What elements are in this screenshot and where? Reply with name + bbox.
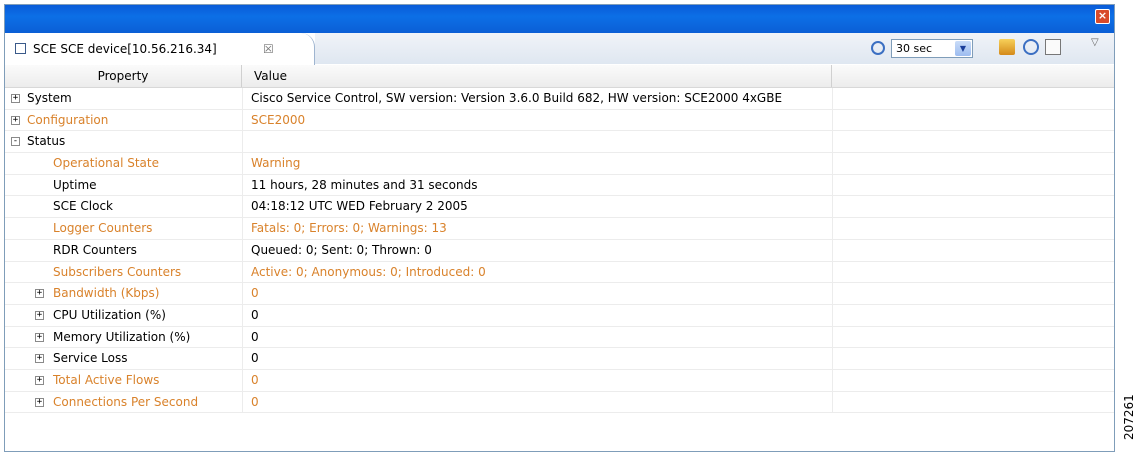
table-row[interactable]: + Memory Utilization (%) 0: [5, 326, 1114, 349]
value-cell: 0: [251, 286, 259, 301]
expand-icon[interactable]: +: [35, 397, 44, 407]
expand-icon[interactable]: +: [35, 289, 44, 299]
auto-refresh-icon[interactable]: [871, 41, 885, 55]
value-cell: Fatals: 0; Errors: 0; Warnings: 13: [251, 221, 447, 236]
expand-icon[interactable]: +: [35, 310, 44, 320]
property-label: CPU Utilization (%): [53, 307, 166, 322]
table-row[interactable]: - Status: [5, 131, 1114, 154]
view-menu-icon[interactable]: ▽: [1091, 37, 1099, 48]
expand-icon[interactable]: +: [35, 375, 44, 385]
table-row[interactable]: Subscribers Counters Active: 0; Anonymous…: [5, 261, 1114, 284]
refresh-interval-value: 30 sec: [896, 42, 933, 55]
property-cell: Uptime: [5, 174, 243, 196]
property-cell: Operational State: [5, 153, 243, 175]
value-cell: 0: [251, 307, 259, 322]
table-row[interactable]: + CPU Utilization (%) 0: [5, 304, 1114, 327]
value-cell: Warning: [251, 156, 301, 171]
refresh-icon[interactable]: [1023, 39, 1039, 55]
table-row[interactable]: Operational State Warning: [5, 153, 1114, 175]
window-titlebar: ×: [5, 5, 1114, 33]
table-row[interactable]: SCE Clock 04:18:12 UTC WED February 2 200…: [5, 196, 1114, 219]
property-cell: Logger Counters: [5, 218, 243, 240]
property-cell: + Total Active Flows: [5, 369, 243, 391]
property-label: Connections Per Second: [53, 394, 199, 409]
table-row[interactable]: + Configuration SCE2000: [5, 109, 1114, 132]
property-cell: + Connections Per Second: [5, 391, 243, 413]
property-label: Logger Counters: [53, 221, 153, 236]
property-cell: + System: [5, 88, 243, 109]
view-document-icon[interactable]: [1045, 39, 1061, 55]
expand-icon[interactable]: +: [11, 94, 20, 103]
property-label: Total Active Flows: [53, 372, 160, 387]
property-label: Operational State: [53, 156, 159, 171]
table-row[interactable]: + Total Active Flows 0: [5, 369, 1114, 392]
property-cell: + Configuration: [5, 109, 243, 131]
value-cell: 04:18:12 UTC WED February 2 2005: [251, 199, 468, 214]
expand-icon[interactable]: +: [11, 115, 20, 125]
property-label: Service Loss: [53, 351, 128, 366]
property-cell: Subscribers Counters: [5, 261, 243, 283]
window-close-button[interactable]: ×: [1095, 9, 1110, 24]
properties-window: × SCE SCE device[10.56.216.34] ☒ 30 sec …: [4, 4, 1115, 452]
refresh-interval-select[interactable]: 30 sec ▼: [891, 39, 973, 58]
property-cell: + Memory Utilization (%): [5, 326, 243, 348]
property-label: Uptime: [53, 177, 97, 192]
expand-icon[interactable]: +: [35, 354, 44, 364]
property-cell: + Bandwidth (Kbps): [5, 283, 243, 305]
tab-close-icon[interactable]: ☒: [263, 42, 274, 56]
figure-id: 207261: [1122, 394, 1136, 440]
value-cell: 11 hours, 28 minutes and 31 seconds: [251, 177, 478, 192]
property-cell: SCE Clock: [5, 196, 243, 218]
property-label: Memory Utilization (%): [53, 329, 191, 344]
table-body: + System Cisco Service Control, SW version…: [5, 88, 1114, 414]
value-cell: Queued: 0; Sent: 0; Thrown: 0: [251, 242, 432, 257]
value-cell: Cisco Service Control, SW version: Versi…: [251, 91, 783, 105]
property-label: Subscribers Counters: [53, 264, 182, 279]
property-label: SCE Clock: [53, 199, 113, 214]
table-row[interactable]: + Connections Per Second 0: [5, 391, 1114, 414]
property-cell: RDR Counters: [5, 239, 243, 261]
table-row[interactable]: + System Cisco Service Control, SW version…: [5, 88, 1114, 110]
expand-icon[interactable]: +: [35, 332, 44, 342]
property-label: System: [27, 91, 72, 105]
property-cell: - Status: [5, 131, 243, 153]
property-label: Configuration: [27, 112, 109, 127]
value-cell: 0: [251, 372, 259, 387]
tab-title: SCE SCE device[10.56.216.34]: [33, 42, 217, 56]
chevron-down-icon[interactable]: ▼: [955, 41, 971, 56]
value-cell: 0: [251, 351, 259, 366]
document-icon: [15, 43, 26, 54]
tab-sce-device[interactable]: SCE SCE device[10.56.216.34] ☒: [5, 33, 315, 65]
tab-bar: SCE SCE device[10.56.216.34] ☒ 30 sec ▼ …: [5, 33, 1114, 66]
collapse-icon[interactable]: -: [11, 137, 20, 147]
export-icon[interactable]: [999, 39, 1015, 55]
value-cell: 0: [251, 394, 259, 409]
property-label: Bandwidth (Kbps): [53, 286, 160, 301]
table-row[interactable]: RDR Counters Queued: 0; Sent: 0; Thrown: …: [5, 239, 1114, 262]
table-row[interactable]: + Service Loss 0: [5, 348, 1114, 370]
value-cell: SCE2000: [251, 112, 306, 127]
table-row[interactable]: + Bandwidth (Kbps) 0: [5, 283, 1114, 305]
table-row[interactable]: Logger Counters Fatals: 0; Errors: 0; War…: [5, 218, 1114, 240]
property-cell: + Service Loss: [5, 348, 243, 370]
table-row[interactable]: Uptime 11 hours, 28 minutes and 31 second…: [5, 174, 1114, 197]
column-header-property[interactable]: Property: [5, 65, 242, 87]
property-cell: + CPU Utilization (%): [5, 304, 243, 326]
property-label: Status: [27, 134, 66, 149]
table-header: Property Value: [5, 65, 1114, 88]
value-cell: 0: [251, 329, 259, 344]
column-header-value[interactable]: Value: [242, 65, 832, 87]
property-label: RDR Counters: [53, 242, 137, 257]
property-table: Property Value + System Cisco Service Cont…: [5, 65, 1114, 414]
value-cell: Active: 0; Anonymous: 0; Introduced: 0: [251, 264, 486, 279]
